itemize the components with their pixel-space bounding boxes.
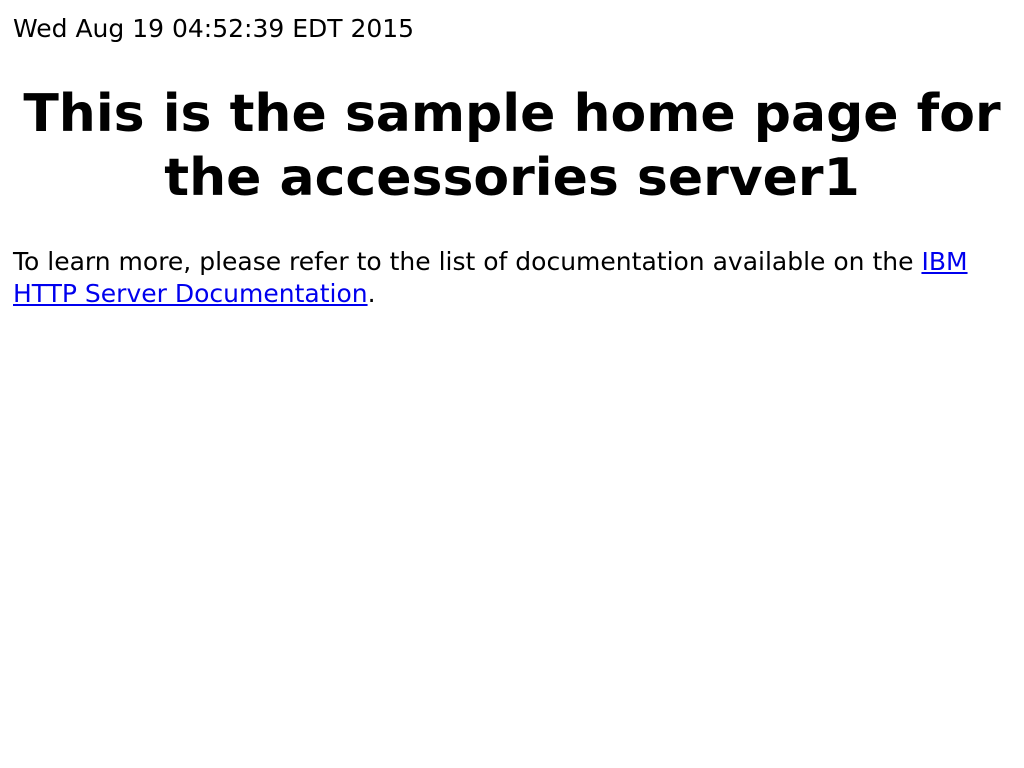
intro-paragraph: To learn more, please refer to the list … <box>13 246 1004 310</box>
server-timestamp: Wed Aug 19 04:52:39 EDT 2015 <box>13 14 415 43</box>
page-title: This is the sample home page for the acc… <box>23 84 1001 208</box>
intro-text: To learn more, please refer to the list … <box>13 247 922 276</box>
intro-period: . <box>367 279 376 308</box>
